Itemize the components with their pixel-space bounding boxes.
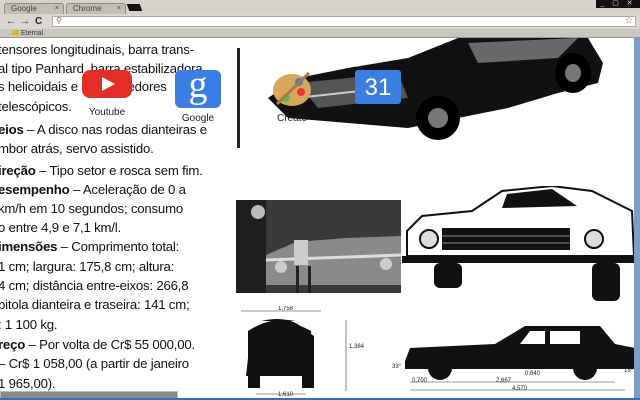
dimension-label: 18° xyxy=(624,368,634,374)
page-content: tensores longitudinais, barra trans-al t… xyxy=(0,38,640,400)
back-button[interactable]: ← xyxy=(6,16,16,27)
calendar-icon: 31 xyxy=(355,70,401,104)
tab-google[interactable]: Google × xyxy=(4,3,64,14)
dimension-label: 33° xyxy=(392,364,402,370)
tab-label: Chrome xyxy=(73,4,102,13)
forward-button[interactable]: → xyxy=(20,16,30,27)
line-text: tensores longitudinais, barra trans- xyxy=(0,42,194,57)
line-text: – Cr$ 1 058,00 (a partir de janeiro xyxy=(0,356,189,371)
article-line: km/h em 10 segundos; consumo xyxy=(0,201,183,216)
search-icon: ⚲ xyxy=(56,16,62,25)
star-icon[interactable]: ☆ xyxy=(625,15,633,26)
article-line: bitola dianteira e traseira: 141 cm; xyxy=(0,297,190,312)
app-label: Youtube xyxy=(88,107,126,118)
tab-strip: Google × Chrome × _ ▢ ✕ xyxy=(0,0,640,14)
article-line: telescópicos. xyxy=(0,99,72,114)
article-line: – Cr$ 1 058,00 (a partir de janeiro xyxy=(0,356,189,371)
right-edge xyxy=(634,38,640,400)
bookmark-eternal[interactable]: Eternal xyxy=(12,29,43,38)
divider xyxy=(237,48,240,148)
car-front-drawing xyxy=(402,186,638,301)
line-text: – Aceleração de 0 a xyxy=(69,182,186,197)
new-tab-button[interactable] xyxy=(126,4,143,11)
line-text: 1 cm; largura: 175,8 cm; altura: xyxy=(0,259,175,274)
line-text: bitola dianteira e traseira: 141 cm; xyxy=(0,297,190,312)
close-tab-icon[interactable]: × xyxy=(117,4,121,14)
blueprint-rear-view: 1,758 1,384 1,610 xyxy=(236,306,401,400)
section-heading: ireção xyxy=(0,163,36,178)
section-heading: eios xyxy=(0,122,24,137)
section-heading: esempenho xyxy=(0,182,70,197)
dimension-label: 1,758 xyxy=(278,306,294,312)
bookmarks-bar: Eternal xyxy=(0,29,640,38)
article-line: eios – A disco nas rodas dianteiras e xyxy=(0,122,207,137)
reload-button[interactable]: C xyxy=(35,16,42,27)
dimension-label: 0,700 xyxy=(412,378,428,384)
line-text: – Tipo setor e rosca sem fim. xyxy=(35,163,203,178)
line-text: : 1 100 kg. xyxy=(0,317,58,332)
bookmark-label: Eternal xyxy=(21,30,44,37)
folder-icon xyxy=(12,30,19,35)
app-calendar[interactable]: 31 xyxy=(343,70,413,104)
section-heading: imensões xyxy=(0,239,58,254)
blueprint-side-view: 33° 18° 0,700 2,667 0,640 4,570 xyxy=(390,306,638,400)
app-label: Google xyxy=(181,113,215,124)
app-youtube[interactable]: Youtube xyxy=(72,70,142,118)
article-line: : 1 100 kg. xyxy=(0,317,58,332)
tab-label: Google xyxy=(11,4,37,13)
google-search-icon: g xyxy=(175,66,221,108)
dimension-label: 4,570 xyxy=(512,386,528,392)
line-text: – A disco nas rodas dianteiras e xyxy=(23,122,207,137)
youtube-icon xyxy=(82,70,132,98)
line-text: – Por volta de Cr$ 55 000,00. xyxy=(25,337,196,352)
app-google[interactable]: g Google xyxy=(163,66,233,124)
article-line: o entre 4,9 e 7,1 km/l. xyxy=(0,220,121,235)
toolbar: ← → C ⚲ ☆ xyxy=(0,14,640,29)
line-text: – Comprimento total: xyxy=(57,239,180,254)
article-line: 4 cm; distância entre-eixos: 266,8 xyxy=(0,278,189,293)
tab-chrome[interactable]: Chrome × xyxy=(66,3,126,14)
article-line: reço – Por volta de Cr$ 55 000,00. xyxy=(0,337,195,352)
article-line: mbor atrás, servo assistido. xyxy=(0,141,154,156)
article-line: imensões – Comprimento total: xyxy=(0,239,179,254)
article-line: tensores longitudinais, barra trans- xyxy=(0,42,194,57)
article-line: 1 cm; largura: 175,8 cm; altura: xyxy=(0,259,174,274)
line-text: telescópicos. xyxy=(0,99,72,114)
line-text: 4 cm; distância entre-eixos: 266,8 xyxy=(0,278,189,293)
section-heading: reço xyxy=(0,337,26,352)
line-text: km/h em 10 segundos; consumo xyxy=(0,201,183,216)
address-bar[interactable]: ⚲ ☆ xyxy=(52,15,636,27)
article-line: ireção – Tipo setor e rosca sem fim. xyxy=(0,163,203,178)
app-label: Create xyxy=(276,113,307,124)
article-line: 1 965,00). xyxy=(0,376,56,391)
app-create[interactable]: Create xyxy=(257,70,327,124)
dimension-label: 2,667 xyxy=(496,378,512,384)
line-text: o entre 4,9 e 7,1 km/l. xyxy=(0,220,121,235)
dimension-label: 0,640 xyxy=(525,371,541,377)
dimension-label: 1,384 xyxy=(349,344,365,350)
window-controls[interactable]: _ ▢ ✕ xyxy=(596,0,640,8)
line-text: mbor atrás, servo assistido. xyxy=(0,141,154,156)
article-line: esempenho – Aceleração de 0 a xyxy=(0,182,186,197)
line-text: 1 965,00). xyxy=(0,376,56,391)
close-tab-icon[interactable]: × xyxy=(55,4,59,14)
award-photo xyxy=(236,200,401,293)
paint-palette-icon xyxy=(271,70,313,108)
